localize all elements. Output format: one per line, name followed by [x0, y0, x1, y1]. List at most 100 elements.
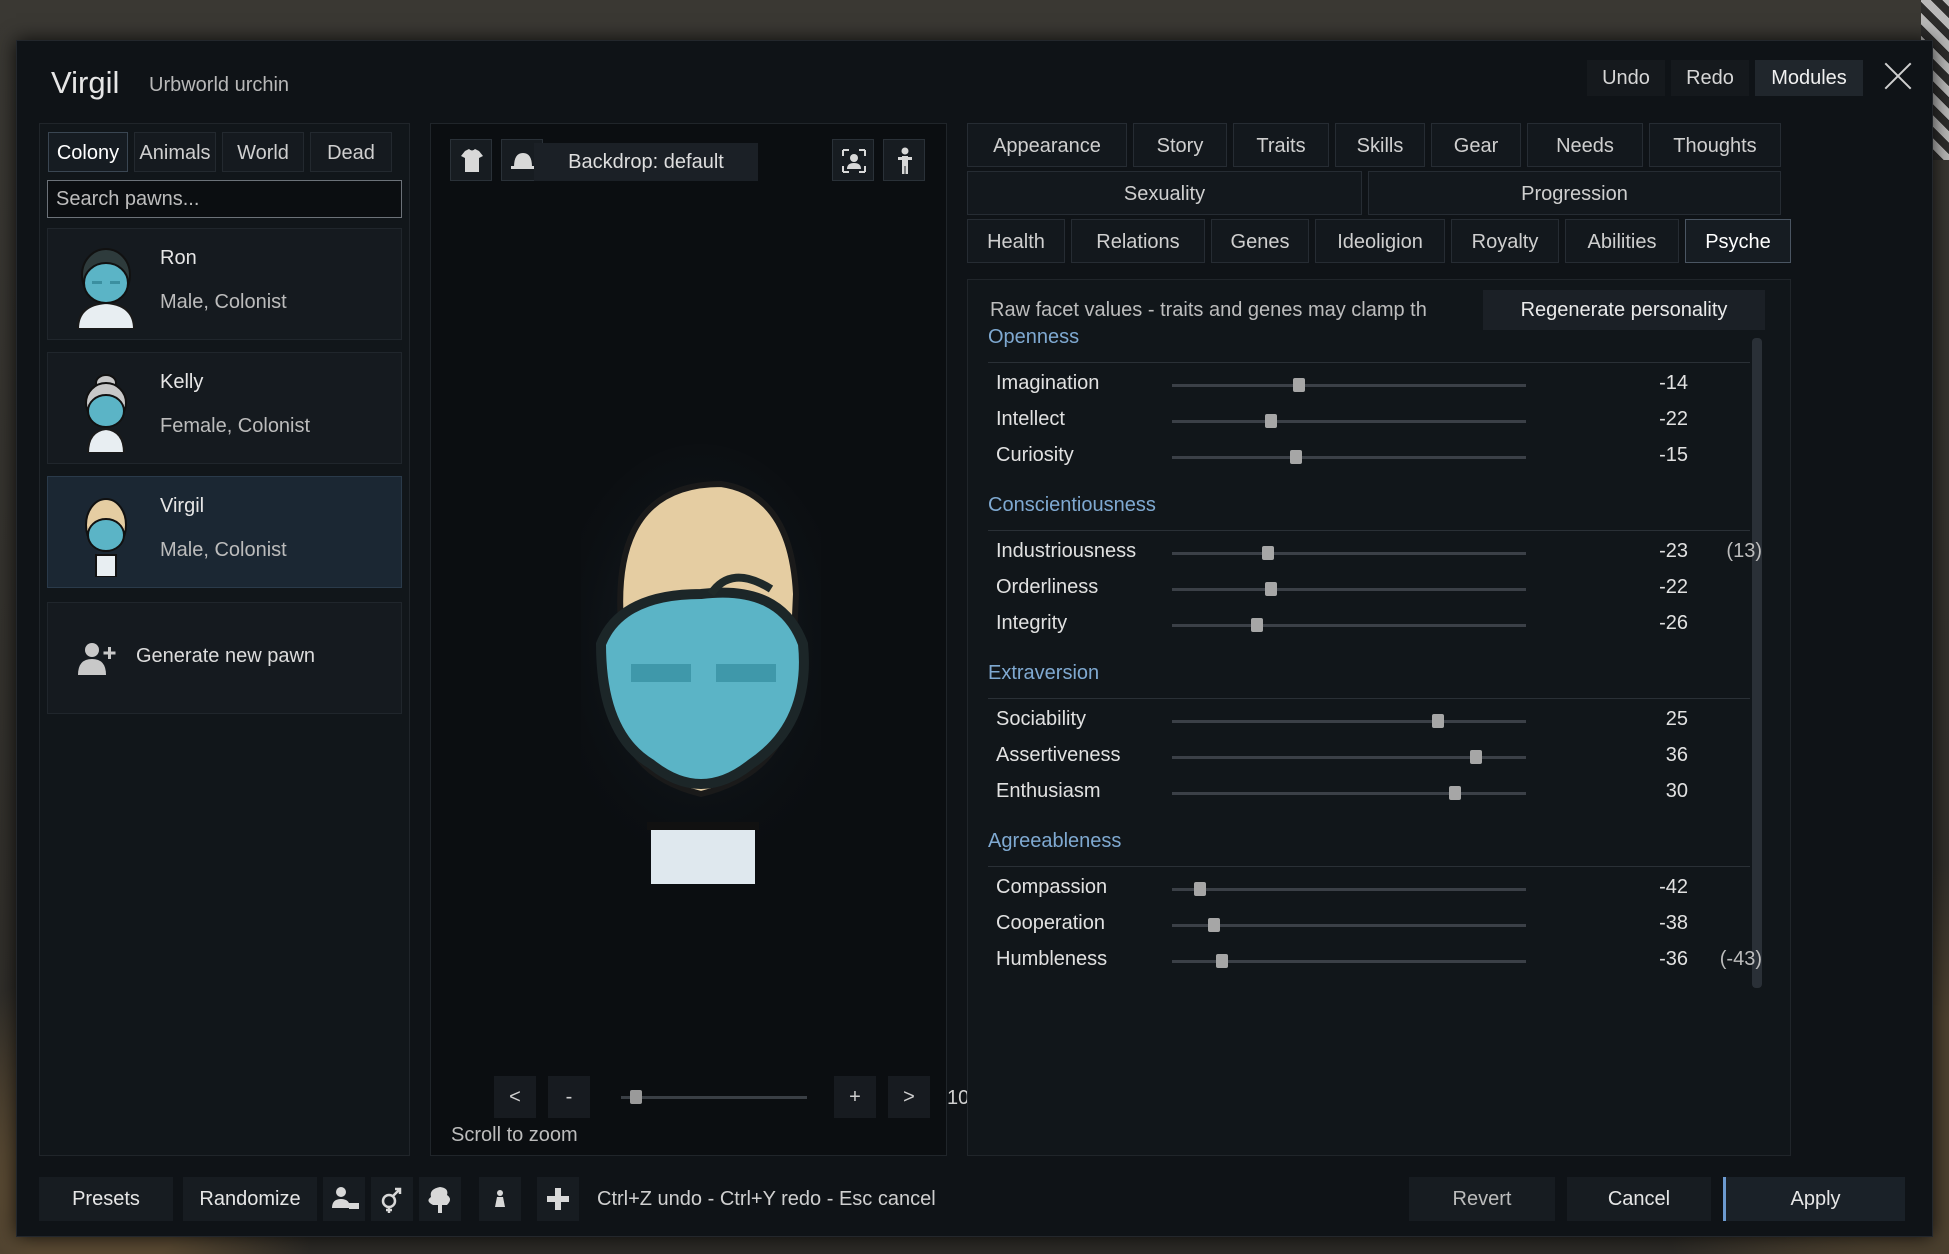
facet-slider-handle[interactable] [1194, 882, 1207, 896]
search-input[interactable] [47, 180, 402, 218]
randomize-backstory-button[interactable] [419, 1177, 461, 1221]
tab-story[interactable]: Story [1133, 123, 1227, 167]
apply-button[interactable]: Apply [1723, 1177, 1905, 1221]
portrait-panel: Backdrop: default < - + > Scroll to zoom [430, 123, 998, 1156]
tab-world[interactable]: World [222, 132, 304, 172]
tab-skills[interactable]: Skills [1335, 123, 1425, 167]
add-person-icon [78, 643, 116, 675]
pawn-portrait [581, 444, 821, 884]
facet-value: -26 [1659, 612, 1688, 634]
tab-psyche[interactable]: Psyche [1685, 219, 1791, 263]
gender-icon [381, 1187, 402, 1213]
editor-tabs-panel: Appearance Story Traits Skills Gear Need… [967, 123, 1913, 1156]
facet-slider-handle[interactable] [1215, 954, 1228, 968]
portrait-headshot-button[interactable] [832, 139, 874, 181]
facet-slider-handle[interactable] [1265, 582, 1278, 596]
facet-slider-track[interactable] [1172, 588, 1526, 591]
tab-royalty[interactable]: Royalty [1451, 219, 1559, 263]
facet-slider-track[interactable] [1172, 552, 1526, 555]
pawn-avatar-icon [85, 498, 127, 577]
zoom-next-button[interactable]: > [888, 1076, 930, 1118]
tab-dead[interactable]: Dead [310, 132, 392, 172]
revert-button[interactable]: Revert [1409, 1177, 1555, 1221]
pawn-desc: Female, Colonist [160, 415, 311, 437]
randomize-pawn-kind-button[interactable] [479, 1177, 521, 1221]
tab-relations[interactable]: Relations [1071, 219, 1205, 263]
section-title: Extraversion [988, 662, 1100, 684]
presets-button[interactable]: Presets [39, 1177, 173, 1221]
facet-label: Industriousness [996, 540, 1137, 562]
zoom-slider-handle[interactable] [629, 1090, 642, 1104]
facet-slider-track[interactable] [1172, 624, 1526, 627]
pawn-card-kelly[interactable]: Kelly Female, Colonist [47, 352, 402, 464]
facet-slider-track[interactable] [1172, 384, 1526, 387]
randomize-button[interactable]: Randomize [183, 1177, 317, 1221]
facet-slider-track[interactable] [1172, 456, 1526, 459]
facet-slider-handle[interactable] [1293, 378, 1306, 392]
tab-genes[interactable]: Genes [1211, 219, 1309, 263]
facet-value: -22 [1659, 408, 1688, 430]
facet-slider-track[interactable] [1172, 720, 1526, 723]
facet-slider-handle[interactable] [1289, 450, 1302, 464]
facet-slider-handle[interactable] [1265, 414, 1278, 428]
backdrop-button[interactable]: Backdrop: default [534, 143, 758, 181]
cancel-button[interactable]: Cancel [1567, 1177, 1711, 1221]
facet-slider-track[interactable] [1172, 924, 1526, 927]
facet-slider-track[interactable] [1172, 888, 1526, 891]
portrait-fullbody-button[interactable] [883, 139, 925, 181]
facet-slider-handle[interactable] [1470, 750, 1483, 764]
facet-slider-handle[interactable] [1250, 618, 1263, 632]
tab-ideoligion[interactable]: Ideoligion [1315, 219, 1445, 263]
pawn-avatar-icon [76, 248, 136, 329]
tab-gear[interactable]: Gear [1431, 123, 1521, 167]
pawn-avatar-icon [85, 374, 127, 453]
redo-button[interactable]: Redo [1671, 60, 1749, 96]
pawn-card-virgil[interactable]: Virgil Male, Colonist [47, 476, 402, 588]
facet-slider-handle[interactable] [1261, 546, 1274, 560]
facet-value: -42 [1659, 876, 1688, 898]
chess-pawn-icon [495, 1190, 505, 1207]
zoom-out-button[interactable]: - [548, 1076, 590, 1118]
scroll-zoom-hint: Scroll to zoom [451, 1124, 578, 1146]
randomize-gender-button[interactable] [371, 1177, 413, 1221]
tab-animals[interactable]: Animals [134, 132, 216, 172]
tab-needs[interactable]: Needs [1527, 123, 1643, 167]
tab-progression[interactable]: Progression [1368, 171, 1781, 215]
facet-slider-track[interactable] [1172, 792, 1526, 795]
zoom-slider-track[interactable] [621, 1096, 807, 1099]
undo-button[interactable]: Undo [1587, 60, 1665, 96]
facet-clamped-value: (13) [1726, 540, 1762, 562]
facet-label: Compassion [996, 876, 1108, 898]
facet-label: Assertiveness [996, 744, 1121, 766]
pawn-desc: Male, Colonist [160, 539, 287, 561]
add-button[interactable] [537, 1177, 579, 1221]
facet-slider-handle[interactable] [1208, 918, 1221, 932]
section-title: Openness [988, 326, 1080, 348]
tab-thoughts[interactable]: Thoughts [1649, 123, 1781, 167]
regenerate-personality-button[interactable]: Regenerate personality [1483, 290, 1765, 330]
tab-colony[interactable]: Colony [48, 132, 128, 172]
facet-slider-handle[interactable] [1449, 786, 1462, 800]
facet-slider-track[interactable] [1172, 420, 1526, 423]
pawn-card-ron[interactable]: Ron Male, Colonist [47, 228, 402, 340]
facet-label: Sociability [996, 708, 1087, 730]
tab-abilities[interactable]: Abilities [1565, 219, 1679, 263]
tab-appearance[interactable]: Appearance [967, 123, 1127, 167]
generate-pawn-button[interactable]: Generate new pawn [47, 602, 402, 714]
section-divider [988, 362, 1750, 363]
apparel-toggle-button[interactable] [450, 139, 492, 181]
zoom-prev-button[interactable]: < [494, 1076, 536, 1118]
section-title: Conscientiousness [988, 494, 1156, 516]
zoom-in-button[interactable]: + [834, 1076, 876, 1118]
person-icon [332, 1187, 359, 1209]
close-icon[interactable] [1878, 56, 1918, 96]
randomize-person-button[interactable] [323, 1177, 365, 1221]
content-scrollbar[interactable] [1752, 338, 1762, 988]
tab-sexuality[interactable]: Sexuality [967, 171, 1362, 215]
facet-value: -22 [1659, 576, 1688, 598]
modules-button[interactable]: Modules [1755, 60, 1863, 96]
tab-traits[interactable]: Traits [1233, 123, 1329, 167]
facet-label: Cooperation [996, 912, 1105, 934]
tab-health[interactable]: Health [967, 219, 1065, 263]
facet-slider-handle[interactable] [1431, 714, 1444, 728]
